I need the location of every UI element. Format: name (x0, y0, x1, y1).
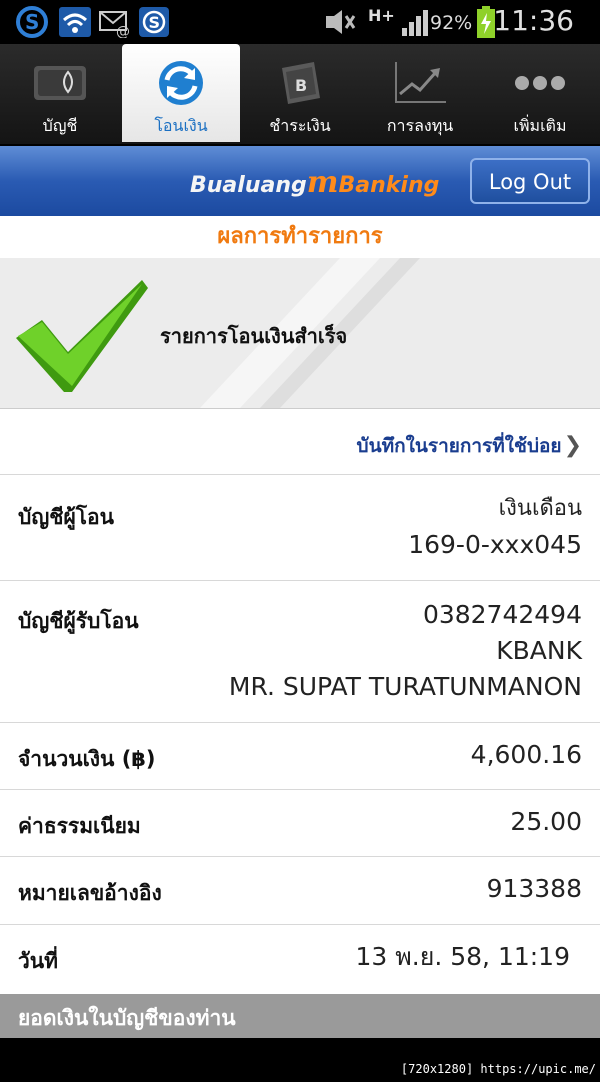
more-dots-icon (515, 76, 565, 90)
logo-text-m: m (306, 165, 339, 200)
to-bank-name: KBANK (496, 636, 582, 665)
reference-label: หมายเลขอ้างอิง (18, 881, 162, 905)
from-account-label: บัญชีผู้โอน (18, 505, 115, 529)
skype-status-icon: S (139, 7, 169, 37)
transfer-refresh-icon (159, 61, 203, 105)
amount-value: 4,600.16 (470, 740, 582, 769)
wifi-icon (59, 7, 91, 37)
logout-button[interactable]: Log Out (470, 158, 590, 204)
tab-more[interactable]: เพิ่มเติม (480, 44, 600, 144)
tab-label: เพิ่มเติม (513, 116, 567, 135)
page-title: ผลการทำรายการ (0, 216, 600, 259)
from-account-number: 169-0-xxx045 (408, 530, 582, 559)
tab-label: การลงทุน (386, 116, 454, 135)
tab-label: บัญชี (42, 116, 78, 135)
tab-accounts[interactable]: บัญชี (0, 44, 120, 144)
tab-label: โอนเงิน (154, 116, 208, 135)
network-type-label: H+ (368, 6, 395, 25)
to-account-row: บัญชีผู้รับโอน 0382742494 KBANK MR. SUPA… (0, 580, 600, 723)
favorites-link-label: บันทึกในรายการที่ใช้บ่อย (356, 435, 562, 457)
battery-percent: 92% (430, 12, 473, 34)
to-account-value: 0382742494 KBANK MR. SUPAT TURATUNMANON (229, 597, 582, 705)
fee-value: 25.00 (510, 807, 582, 836)
date-label: วันที่ (18, 949, 58, 973)
fee-row: ค่าธรรมเนียม 25.00 (0, 789, 600, 857)
from-account-row: บัญชีผู้โอน เงินเดือน 169-0-xxx045 (0, 474, 600, 581)
checkmark-icon (16, 280, 148, 392)
app-header: BualuangmBanking Log Out (0, 146, 600, 216)
fee-label: ค่าธรรมเนียม (18, 814, 141, 838)
tab-label: ชำระเงิน (269, 116, 331, 135)
balance-section-header[interactable]: ยอดเงินในบัญชีของท่าน (0, 994, 600, 1038)
svg-text:B: B (295, 76, 307, 95)
amount-label: จำนวนเงิน (฿) (18, 747, 156, 771)
signal-icon (402, 10, 428, 36)
to-account-holder: MR. SUPAT TURATUNMANON (228, 672, 582, 701)
logo-text-banking: Banking (338, 173, 440, 198)
svg-text:S: S (25, 10, 39, 34)
from-account-value: เงินเดือน 169-0-xxx045 (408, 491, 582, 563)
from-account-name: เงินเดือน (498, 496, 582, 521)
chevron-right-icon: ❯ (563, 433, 582, 458)
wallet-icon (34, 66, 86, 100)
success-banner: รายการโอนเงินสำเร็จ (0, 258, 600, 409)
to-account-label: บัญชีผู้รับโอน (18, 609, 139, 633)
skype-icon: S (16, 6, 48, 38)
to-account-number: 0382742494 (422, 600, 582, 629)
date-value: 13 พ.ย. 58, 11:19 (355, 942, 570, 971)
transaction-result-panel: ผลการทำรายการ รายการโอนเงินสำเร็จ บันทึก… (0, 216, 600, 1038)
save-to-favorites-link[interactable]: บันทึกในรายการที่ใช้บ่อย❯ (357, 431, 582, 461)
status-bar: S @ S H+ 92% 11:36 (0, 0, 600, 44)
mute-icon (326, 10, 356, 34)
balance-section-label: ยอดเงินในบัญชีของท่าน (18, 1006, 236, 1030)
bualuang-mbanking-logo: BualuangmBanking (190, 165, 439, 200)
bill-payment-icon: B (282, 62, 320, 104)
logo-text-bualuang: Bualuang (190, 173, 307, 198)
svg-text:S: S (149, 13, 161, 32)
reference-row: หมายเลขอ้างอิง 913388 (0, 856, 600, 925)
tab-investment[interactable]: การลงทุน (360, 44, 480, 144)
reference-value: 913388 (486, 874, 582, 903)
tab-transfer[interactable]: โอนเงิน (122, 44, 240, 142)
success-message: รายการโอนเงินสำเร็จ (160, 324, 348, 348)
svg-text:@: @ (116, 24, 130, 38)
clock: 11:36 (493, 4, 574, 37)
email-icon: @ (99, 11, 130, 38)
amount-row: จำนวนเงิน (฿) 4,600.16 (0, 722, 600, 790)
image-watermark: [720x1280] https://upic.me/ (400, 1062, 596, 1076)
investment-chart-icon (395, 62, 446, 103)
tab-bar: บัญชี โอนเงิน B ชำระเงิน การลงทุน เพิ่มเ… (0, 44, 600, 144)
tab-payment[interactable]: B ชำระเงิน (240, 44, 360, 144)
date-row: วันที่ 13 พ.ย. 58, 11:19 (0, 924, 600, 995)
